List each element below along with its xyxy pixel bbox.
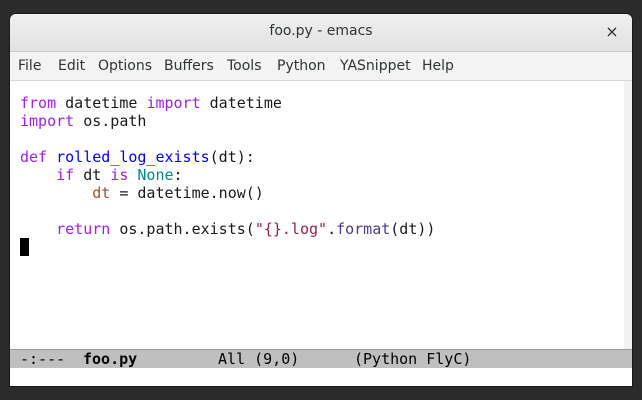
code-line-6: dt = datetime.now() <box>20 184 264 202</box>
menu-options[interactable]: Options <box>98 58 152 74</box>
scrollbar[interactable] <box>624 81 632 349</box>
window-title: foo.py - emacs <box>269 23 373 39</box>
emacs-window: foo.py - emacs × File Edit Options Buffe… <box>10 14 632 386</box>
string-token: "{}.log" <box>254 220 328 238</box>
menu-tools[interactable]: Tools <box>227 58 262 74</box>
menu-buffers[interactable]: Buffers <box>164 58 214 74</box>
modeline-modes[interactable]: (Python FlyC) <box>354 350 471 368</box>
code-line-5: if dt is None: <box>20 166 183 184</box>
menu-python[interactable]: Python <box>277 58 326 74</box>
code-line-1: from datetime import datetime <box>20 94 282 112</box>
keyword-token: def <box>20 148 48 166</box>
editor-buffer[interactable]: from datetime import datetime import os.… <box>10 81 632 349</box>
code-token: (dt): <box>209 148 255 166</box>
menu-edit[interactable]: Edit <box>58 58 85 74</box>
keyword-token: import <box>20 112 75 130</box>
builtin-token: format <box>336 220 391 238</box>
keyword-token: from <box>20 94 57 112</box>
keyword-token: return <box>56 220 111 238</box>
code-token: (dt)) <box>390 220 436 238</box>
keyword-token: if <box>56 166 75 184</box>
code-token: os.path <box>74 112 147 130</box>
code-token: os.path.exists( <box>110 220 255 238</box>
menu-yasnippet[interactable]: YASnippet <box>340 58 411 74</box>
close-icon[interactable]: × <box>602 22 622 42</box>
constant-token: None <box>137 166 174 184</box>
keyword-token: import <box>146 94 201 112</box>
code-line-8: return os.path.exists("{}.log".format(dt… <box>20 220 435 238</box>
code-token: dt <box>74 166 111 184</box>
code-token: : <box>173 166 183 184</box>
variable-token: dt <box>92 184 111 202</box>
minibuffer[interactable] <box>10 368 632 386</box>
modeline-status: -:--- <box>20 350 66 368</box>
modeline-position: All (9,0) <box>218 350 300 368</box>
code-token: datetime <box>56 94 147 112</box>
menu-help[interactable]: Help <box>422 58 454 74</box>
text-cursor <box>20 238 29 256</box>
modeline-buffer-name[interactable]: foo.py <box>83 350 137 368</box>
keyword-token: is <box>110 166 129 184</box>
menu-bar: File Edit Options Buffers Tools Python Y… <box>10 52 632 81</box>
code-token: . <box>327 220 337 238</box>
code-token: datetime <box>200 94 282 112</box>
function-name-token: rolled_log_exists <box>56 148 210 166</box>
code-line-4: def rolled_log_exists(dt): <box>20 148 255 166</box>
code-line-2: import os.path <box>20 112 146 130</box>
code-token: = datetime.now() <box>110 184 264 202</box>
title-bar[interactable]: foo.py - emacs × <box>10 14 632 52</box>
mode-line: -:--- foo.py All (9,0) (Python FlyC) <box>10 349 632 368</box>
menu-file[interactable]: File <box>18 58 41 74</box>
